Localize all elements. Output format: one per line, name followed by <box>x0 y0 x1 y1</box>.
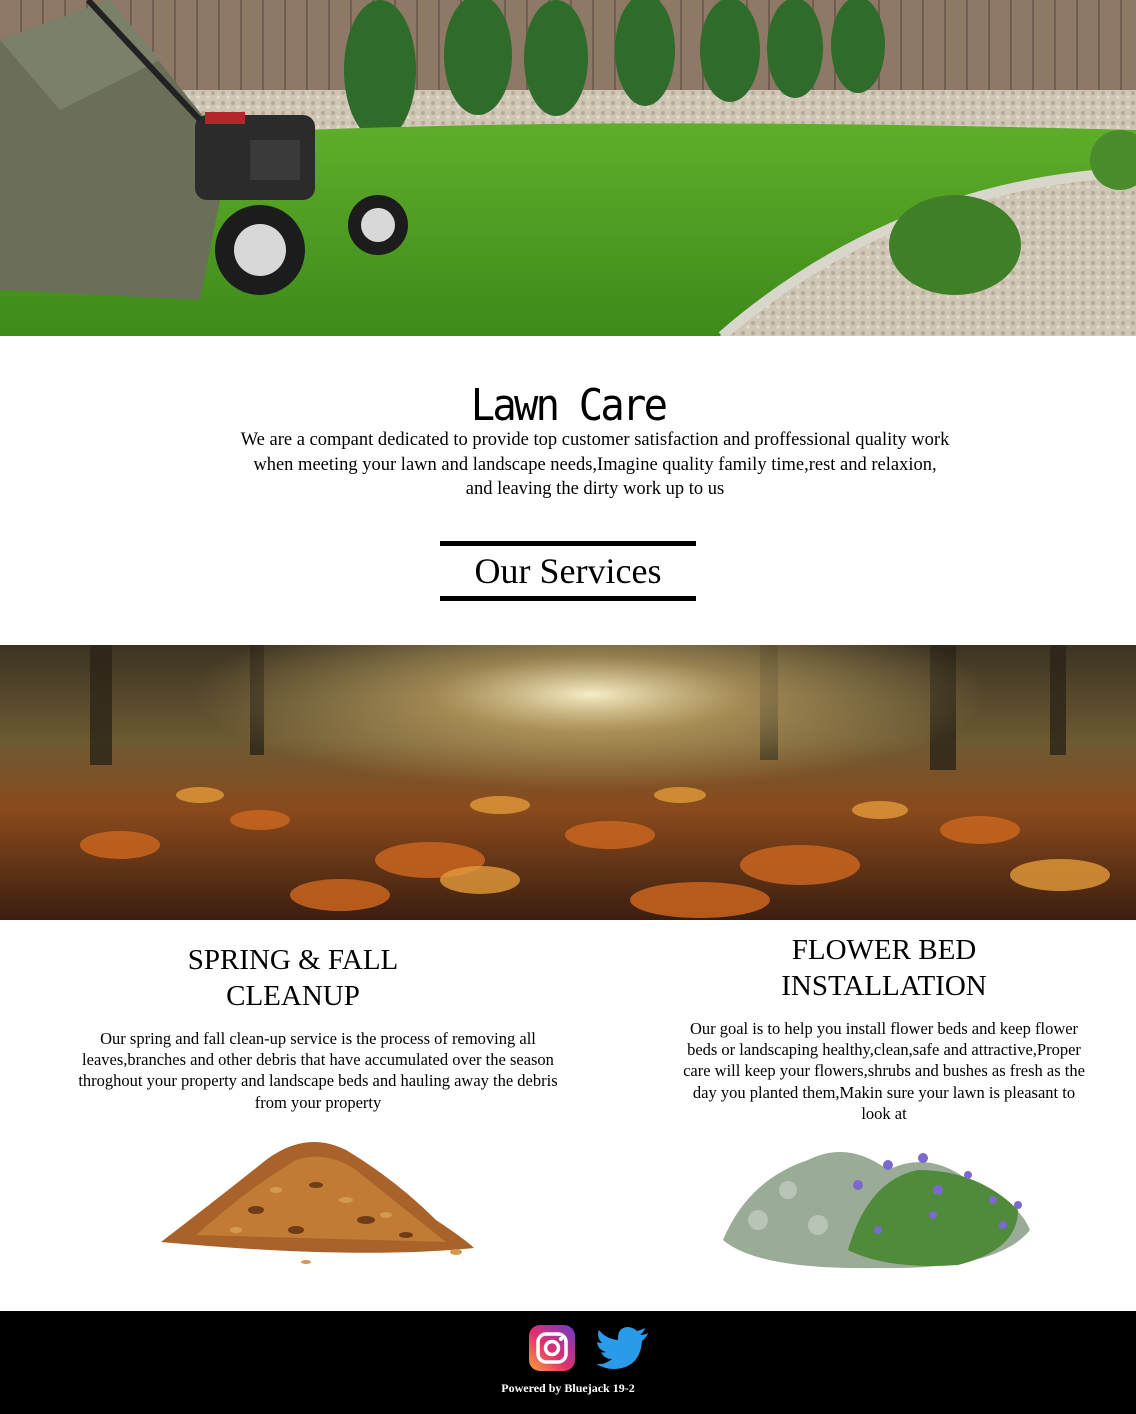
instagram-icon[interactable] <box>528 1324 576 1372</box>
footer: Powered by Bluejack 19-2 <box>0 1311 1136 1414</box>
hero-image <box>0 0 1136 336</box>
powered-by-text: Powered by Bluejack 19-2 <box>501 1381 635 1395</box>
leaf-pile-image <box>161 1142 474 1264</box>
twitter-icon[interactable] <box>596 1324 648 1372</box>
service-text-line: look at <box>861 1103 907 1123</box>
service-text-line: Our goal is to help you install flower b… <box>689 1019 1079 1038</box>
service-text-line: day you planted them,Makin sure your law… <box>692 1082 1076 1102</box>
intro-description: We are a compant dedicated to provide to… <box>195 428 995 502</box>
services-heading: Our Services <box>440 541 696 601</box>
page-title: Lawn Care <box>470 380 668 431</box>
service-title-line: INSTALLATION <box>781 970 987 1002</box>
service-title: FLOWER BED INSTALLATION <box>664 932 1104 1004</box>
service-flower-bed: FLOWER BED INSTALLATION Our goal is to h… <box>664 932 1104 1124</box>
service-text-line: care will keep your flowers,shrubs and b… <box>683 1061 1085 1081</box>
service-text-line: throghout your property and landscape be… <box>78 1071 558 1091</box>
service-cleanup: SPRING & FALL CLEANUP Our spring and fal… <box>58 942 578 1113</box>
service-description: Our spring and fall clean-up service is … <box>58 1028 578 1113</box>
service-text-line: Our spring and fall clean-up service is … <box>100 1029 536 1048</box>
intro-line: We are a compant dedicated to provide to… <box>240 430 950 450</box>
service-title-line: FLOWER BED <box>791 934 977 966</box>
autumn-banner-image <box>0 645 1136 920</box>
intro-line: and leaving the dirty work up to us <box>465 479 725 499</box>
service-description: Our goal is to help you install flower b… <box>664 1018 1104 1124</box>
service-title-line: CLEANUP <box>226 980 360 1012</box>
service-text-line: from your property <box>254 1092 382 1112</box>
service-text-line: beds or landscaping healthy,clean,safe a… <box>687 1040 1081 1060</box>
service-title-line: SPRING & FALL <box>187 944 399 976</box>
services-heading-text: Our Services <box>474 551 662 591</box>
flower-shrub-image <box>723 1152 1030 1269</box>
service-text-line: leaves,branches and other debris that ha… <box>82 1050 554 1070</box>
service-title: SPRING & FALL CLEANUP <box>58 942 528 1014</box>
intro-line: when meeting your lawn and landscape nee… <box>253 454 937 475</box>
